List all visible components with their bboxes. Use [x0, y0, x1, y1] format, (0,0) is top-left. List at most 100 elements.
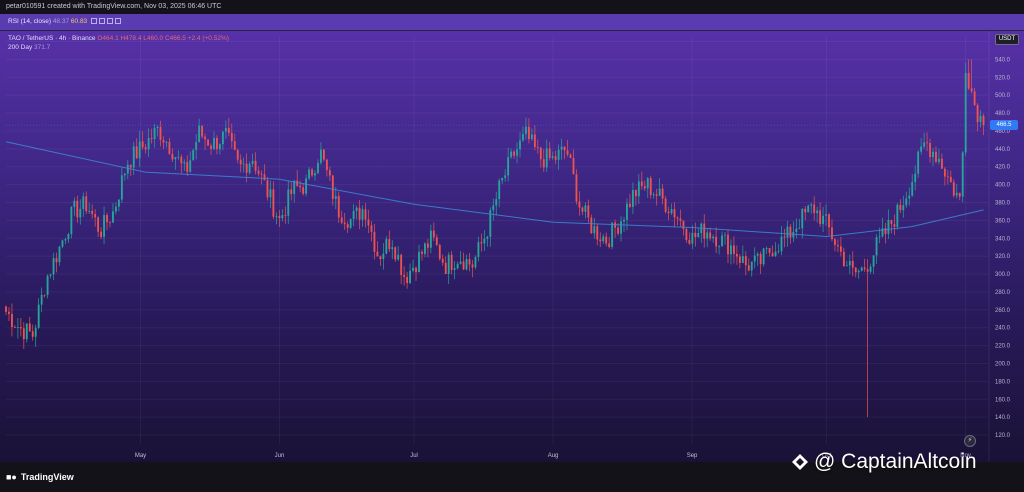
- settings-icon[interactable]: [99, 18, 105, 25]
- candle-body: [694, 232, 697, 238]
- candle-body: [804, 208, 807, 213]
- candle-body: [822, 215, 824, 225]
- candle-body: [828, 214, 830, 228]
- y-tick-label: 440.0: [995, 147, 1011, 153]
- visibility-icon[interactable]: [91, 18, 97, 25]
- candle-body: [890, 220, 893, 225]
- candle-body: [58, 246, 61, 263]
- candle-body: [474, 257, 477, 268]
- candle-body: [233, 141, 236, 150]
- x-tick-label: Jun: [275, 453, 285, 459]
- candle-body: [744, 256, 747, 266]
- candle-body: [373, 231, 376, 252]
- candle-body: [421, 251, 423, 254]
- candle-body: [566, 150, 569, 155]
- rsi-pane[interactable]: RSI (14, close) 48.37 60.83: [0, 14, 1024, 31]
- candle-body: [688, 239, 691, 244]
- candle-body: [201, 125, 204, 137]
- candle-body: [697, 232, 700, 238]
- candle-body: [789, 226, 792, 238]
- x-tick-label: May: [135, 453, 146, 459]
- candle-body: [210, 145, 212, 149]
- candle-body: [22, 328, 25, 340]
- candle-body: [495, 199, 498, 206]
- price-chart[interactable]: 120.0 140.0 160.0 180.0 200.0 220.0 240.0 260.0…: [0, 31, 1024, 462]
- candle-body: [334, 195, 337, 200]
- candle-body: [257, 170, 260, 174]
- candle-body: [935, 151, 937, 162]
- close-icon[interactable]: [107, 18, 113, 25]
- y-tick-label: 540.0: [995, 57, 1011, 63]
- candle-body: [664, 198, 667, 212]
- candle-body: [842, 251, 845, 267]
- candle-body: [88, 210, 91, 212]
- candle-body: [28, 323, 31, 332]
- candle-body: [646, 178, 649, 189]
- lightning-icon[interactable]: ⚡: [964, 435, 976, 447]
- y-tick-label: 320.0: [995, 254, 1011, 260]
- candle-body: [783, 236, 786, 238]
- ohlc-values: O464.1 H478.4 L460.0 C466.5 +2.4 (+0.52%…: [97, 35, 229, 42]
- candle-body: [872, 255, 875, 267]
- candle-body: [180, 156, 183, 164]
- candle-body: [611, 222, 614, 247]
- candle-body: [322, 149, 325, 160]
- candle-body: [982, 115, 985, 126]
- candle-body: [361, 209, 364, 220]
- candle-body: [572, 157, 575, 175]
- candle-body: [940, 158, 943, 169]
- ma-value: 371.7: [34, 44, 51, 51]
- candle-body: [406, 276, 409, 284]
- y-tick-label: 500.0: [995, 93, 1011, 99]
- currency-badge[interactable]: USDT: [995, 34, 1019, 45]
- candle-body: [37, 304, 40, 328]
- more-icon[interactable]: [115, 18, 121, 25]
- tradingview-wordmark: TradingView: [20, 472, 74, 482]
- candle-body: [768, 248, 771, 253]
- candle-body: [976, 105, 979, 122]
- candle-body: [91, 210, 94, 215]
- candle-body: [661, 188, 664, 199]
- candle-body: [5, 306, 7, 312]
- candle-body: [878, 236, 881, 238]
- candle-body: [388, 239, 391, 250]
- candle-body: [575, 174, 578, 202]
- candle-body: [272, 189, 275, 217]
- candle-body: [189, 160, 192, 172]
- candle-body: [117, 199, 120, 207]
- candle-body: [441, 258, 444, 263]
- candle-body: [73, 200, 76, 208]
- candle-body: [168, 141, 171, 154]
- candle-body: [685, 228, 688, 240]
- candle-body: [165, 141, 168, 143]
- candle-body: [795, 228, 798, 232]
- candle-body: [801, 208, 804, 229]
- candle-body: [195, 142, 198, 151]
- candle-body: [230, 133, 233, 142]
- candle-body: [970, 88, 973, 92]
- creator-text: petar010591 created with TradingView.com…: [6, 3, 222, 10]
- candle-body: [207, 139, 209, 146]
- candle-body: [498, 180, 501, 200]
- candle-body: [917, 151, 920, 174]
- watermark-name: CaptainAltcoin: [841, 450, 977, 473]
- candle-body: [813, 204, 816, 214]
- candle-body: [364, 209, 367, 220]
- tradingview-logo[interactable]: ■● TradingView: [6, 472, 74, 482]
- candle-body: [938, 158, 940, 162]
- main-chart-pane[interactable]: 120.0 140.0 160.0 180.0 200.0 220.0 240.0 260.0…: [0, 31, 1024, 462]
- candle-body: [204, 136, 206, 140]
- y-tick-label: 480.0: [995, 111, 1011, 117]
- candle-body: [902, 205, 905, 211]
- candle-body: [251, 160, 254, 164]
- rsi-value-b: 60.83: [70, 18, 88, 25]
- candle-body: [183, 162, 186, 164]
- rsi-legend-buttons[interactable]: [89, 18, 121, 25]
- candle-body: [932, 151, 934, 158]
- candle-body: [738, 256, 741, 263]
- rsi-legend: RSI (14, close) 48.37 60.83: [8, 18, 121, 25]
- candle-body: [352, 210, 355, 220]
- candle-body: [394, 247, 397, 260]
- candle-body: [608, 243, 611, 247]
- candle-body: [61, 240, 64, 247]
